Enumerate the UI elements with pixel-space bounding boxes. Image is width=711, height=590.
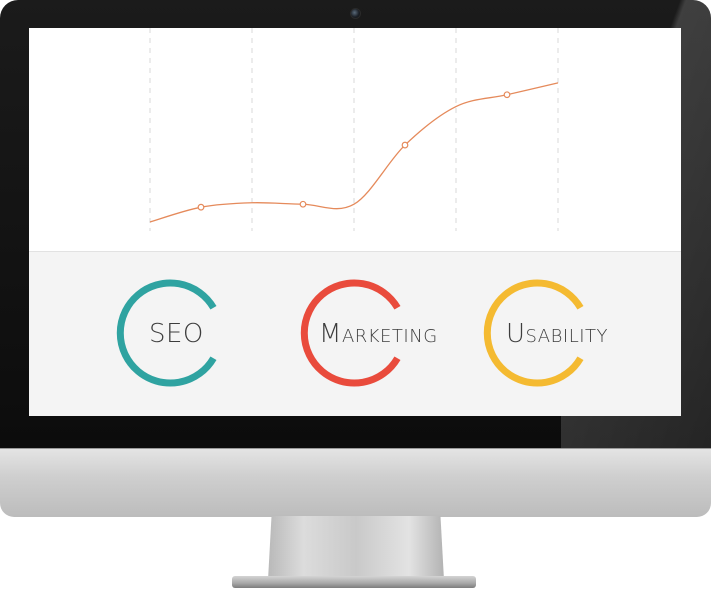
chart-point bbox=[197, 203, 205, 211]
feature-marketing-label: Marketing bbox=[319, 319, 438, 349]
features-panel: SEO Marketing Usability bbox=[29, 252, 681, 416]
feature-marketing: Marketing bbox=[297, 275, 437, 391]
chart-point bbox=[401, 141, 409, 149]
monitor-screen: SEO Marketing Usability bbox=[29, 28, 681, 416]
monitor-stand-neck bbox=[268, 516, 444, 580]
monitor-illustration: SEO Marketing Usability bbox=[0, 0, 711, 590]
monitor-chin bbox=[0, 448, 711, 517]
growth-chart bbox=[29, 28, 681, 251]
feature-seo-label-text: SEO bbox=[149, 319, 204, 349]
feature-usability-label-rest: sability bbox=[525, 326, 609, 347]
feature-seo: SEO bbox=[113, 275, 229, 391]
feature-usability: Usability bbox=[480, 275, 608, 391]
feature-usability-label: Usability bbox=[506, 319, 608, 349]
chart-point bbox=[503, 91, 511, 99]
growth-chart-svg bbox=[149, 28, 559, 231]
feature-usability-label-cap: U bbox=[506, 319, 526, 349]
feature-seo-label: SEO bbox=[149, 319, 204, 349]
feature-marketing-label-rest: arketing bbox=[341, 326, 438, 347]
chart-point bbox=[299, 200, 307, 208]
camera-icon bbox=[350, 8, 361, 19]
monitor-bezel: SEO Marketing Usability bbox=[0, 0, 711, 448]
monitor-stand-base bbox=[232, 576, 476, 588]
feature-marketing-label-cap: M bbox=[319, 319, 342, 349]
